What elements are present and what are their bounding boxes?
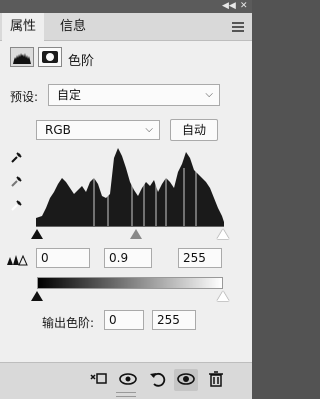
close-panel-icon[interactable]: ✕	[240, 0, 248, 13]
reset-icon[interactable]	[146, 369, 170, 391]
tab-info[interactable]: 信息	[52, 13, 94, 40]
input-gamma-slider[interactable]	[130, 229, 142, 239]
input-gamma-field[interactable]: 0.9	[104, 248, 152, 268]
preset-label: 预设:	[10, 90, 39, 104]
panel-title-bar: ◀◀ ✕	[0, 0, 252, 13]
tab-properties[interactable]: 属性	[2, 13, 45, 41]
channel-select[interactable]: RGB ⌵	[36, 120, 160, 140]
output-black-field[interactable]: 0	[104, 310, 144, 330]
mask-icon[interactable]	[38, 47, 62, 67]
tab-properties-label: 属性	[10, 19, 37, 34]
eyedropper-white-icon[interactable]	[10, 198, 24, 212]
adjustment-title: 色阶	[68, 54, 95, 69]
levels-histogram	[36, 148, 224, 226]
chevron-down-icon: ⌵	[145, 124, 153, 135]
panel-tab-bar: 属性 信息	[0, 13, 252, 41]
trash-icon[interactable]	[204, 369, 228, 391]
channel-value: RGB	[45, 123, 71, 137]
properties-panel: ◀◀ ✕ 属性 信息 色阶 预设: 自定 ⌵ RGB ⌵ 自动 0 0.9 25…	[0, 0, 252, 399]
preset-value: 自定	[57, 88, 82, 102]
panel-menu-icon[interactable]	[232, 20, 244, 34]
output-levels-label: 输出色阶:	[42, 316, 95, 330]
visibility-eye-icon[interactable]	[174, 369, 198, 391]
clip-to-layer-icon[interactable]	[86, 369, 110, 391]
histogram-baseline	[36, 226, 224, 227]
input-black-point-slider[interactable]	[31, 229, 43, 239]
auto-button[interactable]: 自动	[170, 119, 218, 141]
output-black-slider[interactable]	[31, 291, 43, 301]
input-white-field[interactable]: 255	[178, 248, 222, 268]
view-previous-state-icon[interactable]	[116, 369, 140, 391]
output-white-field[interactable]: 255	[152, 310, 196, 330]
collapse-panel-icon[interactable]: ◀◀	[222, 0, 236, 13]
input-black-field[interactable]: 0	[36, 248, 90, 268]
histogram-icon[interactable]	[10, 47, 34, 67]
preset-select[interactable]: 自定 ⌵	[48, 84, 220, 106]
output-gradient-bar	[37, 277, 223, 289]
input-white-point-slider[interactable]	[217, 229, 229, 239]
output-white-slider[interactable]	[217, 291, 229, 301]
eyedropper-gray-icon[interactable]	[10, 174, 24, 188]
tab-info-label: 信息	[60, 19, 87, 34]
eyedropper-black-icon[interactable]	[10, 150, 24, 164]
clipping-warning-icon[interactable]	[6, 253, 28, 267]
chevron-down-icon: ⌵	[205, 89, 213, 100]
resize-grip[interactable]	[116, 392, 136, 397]
